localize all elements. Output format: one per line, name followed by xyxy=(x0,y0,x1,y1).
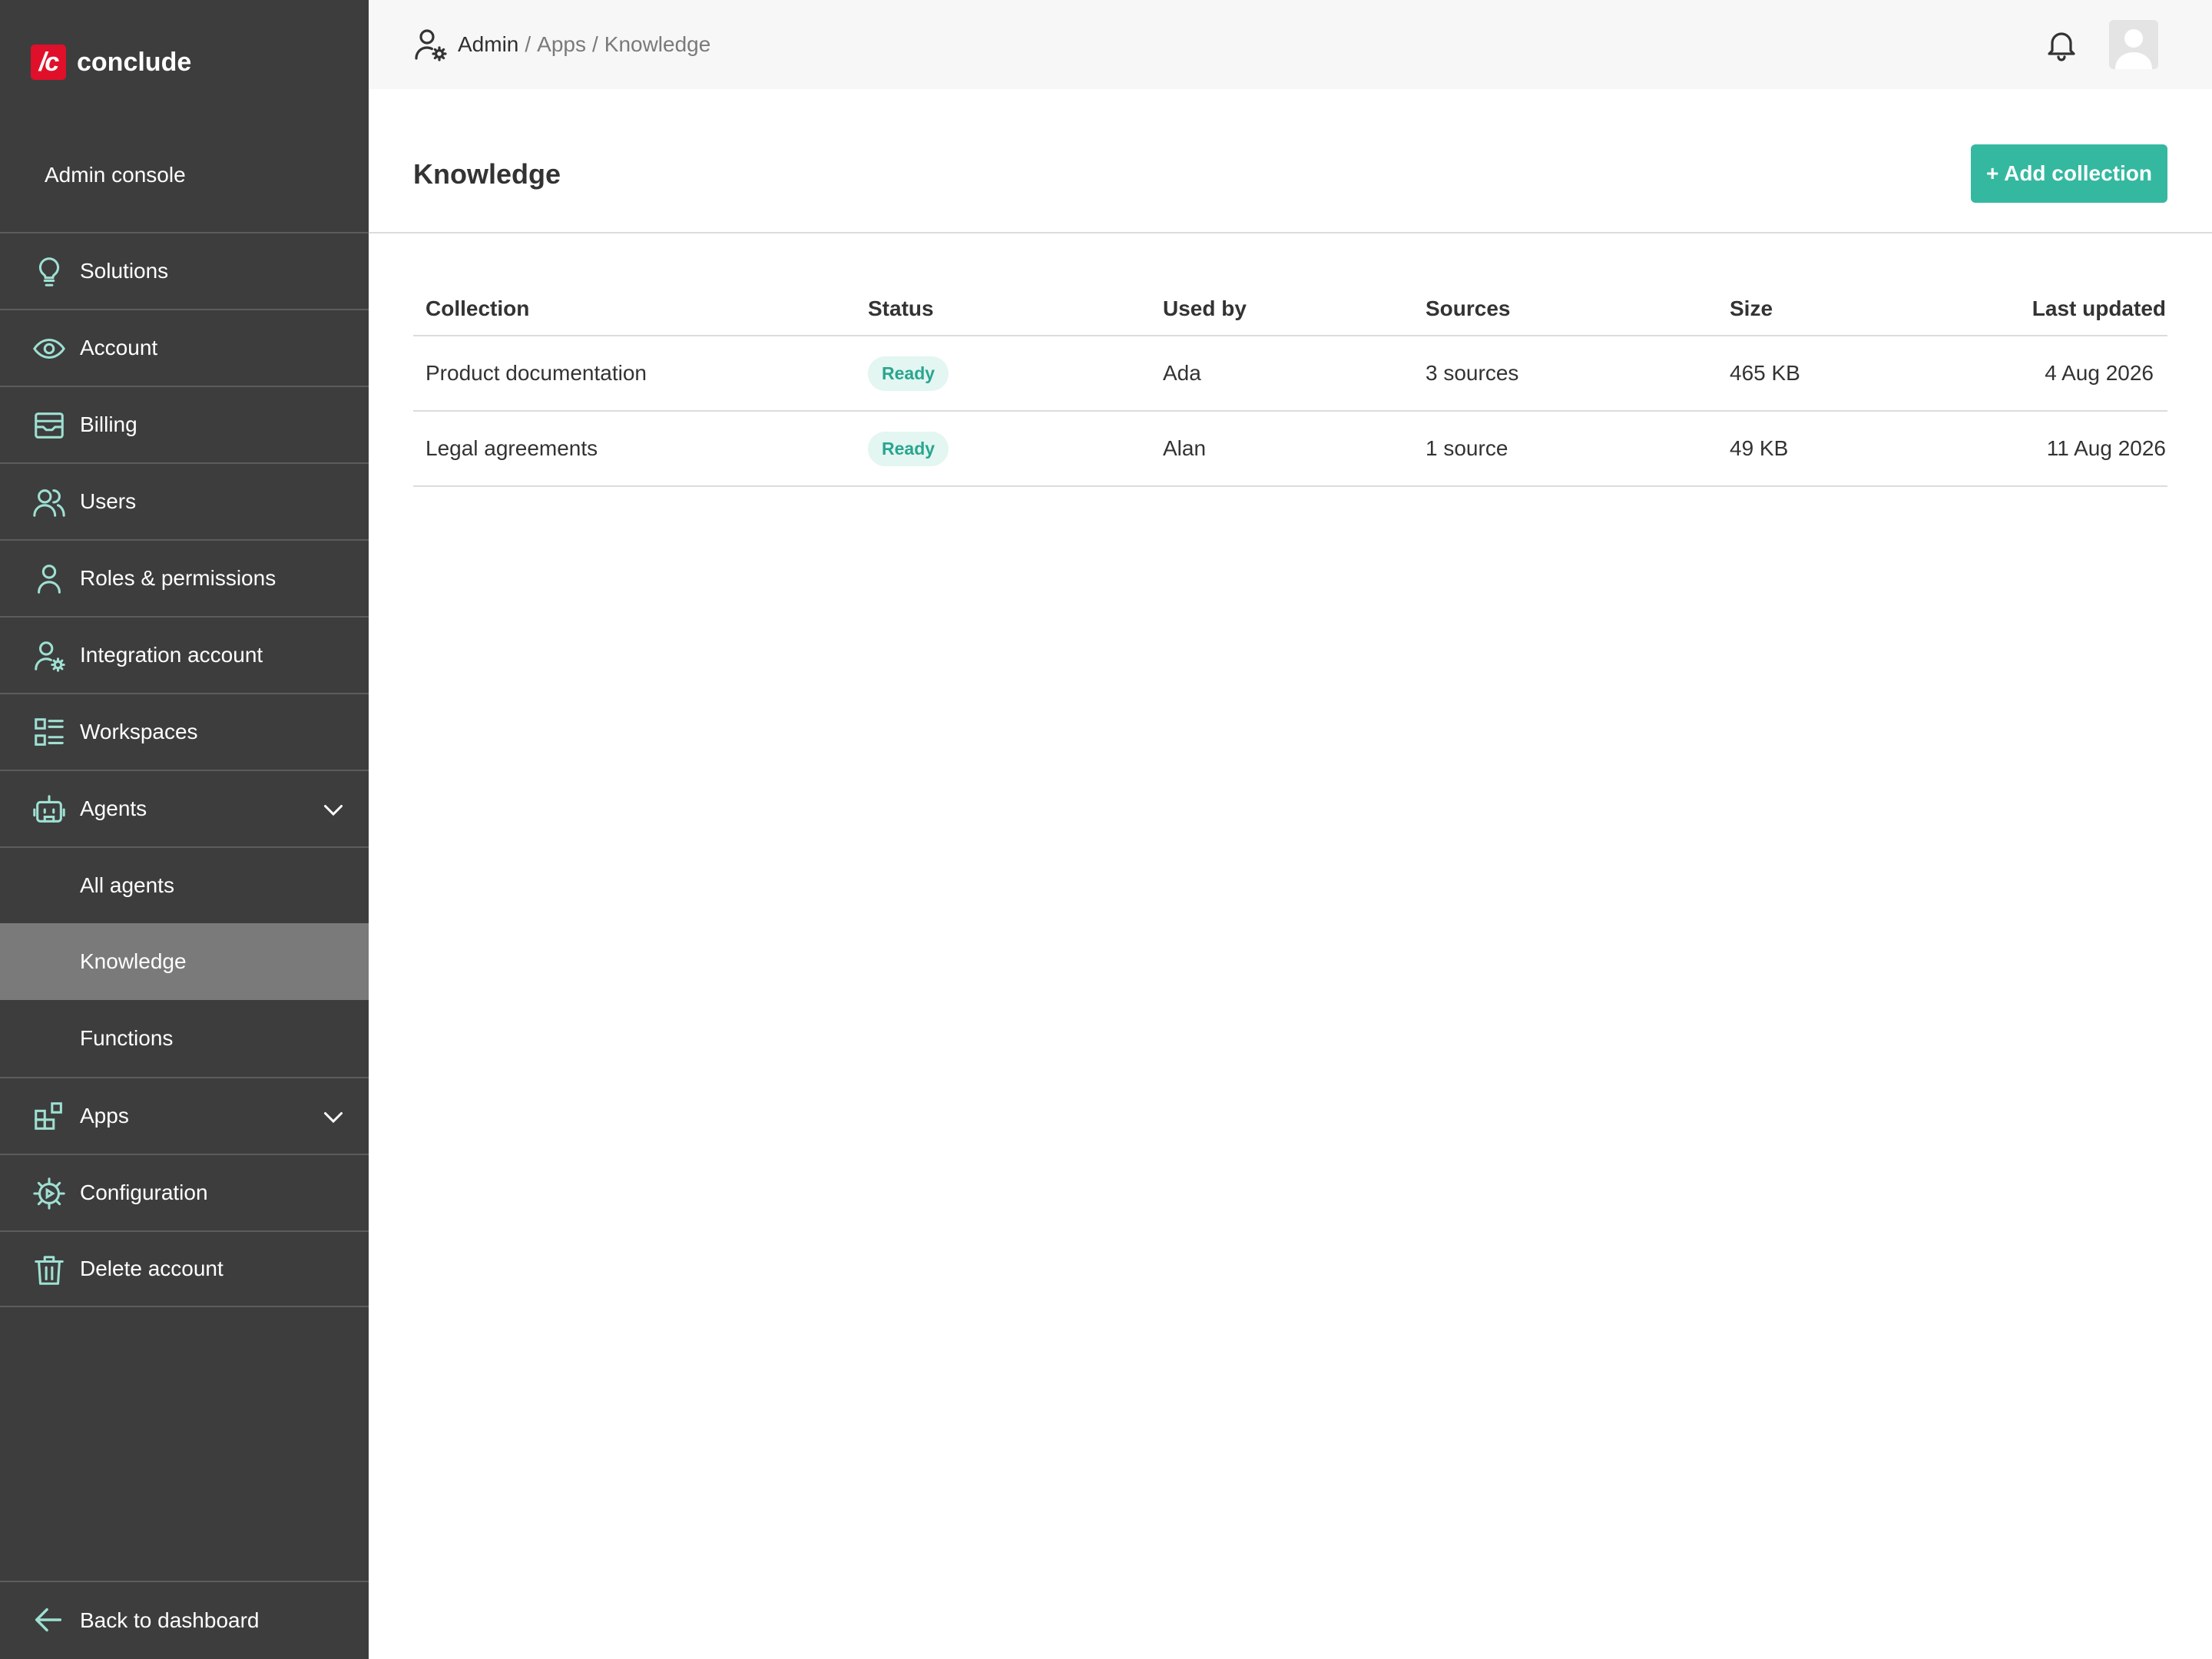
sidebar-item-label: Knowledge xyxy=(80,949,187,973)
arrow-left-icon xyxy=(31,1602,68,1639)
bell-icon[interactable] xyxy=(2043,26,2080,63)
sidebar-item-label: All agents xyxy=(80,873,174,897)
sidebar-item-solutions[interactable]: Solutions xyxy=(0,232,369,309)
user-gear-icon xyxy=(31,637,68,674)
robot-icon xyxy=(31,791,68,828)
sidebar-item-billing[interactable]: Billing xyxy=(0,386,369,462)
collection-size: 465 KB xyxy=(1730,361,1800,385)
last-updated: 11 Aug 2026 xyxy=(2046,436,2166,460)
table-row[interactable]: Product documentation Ready Ada 3 source… xyxy=(413,336,2167,412)
status-badge: Ready xyxy=(868,432,949,466)
sidebar-item-account[interactable]: Account xyxy=(0,309,369,386)
collection-name[interactable]: Product documentation xyxy=(426,361,647,386)
trash-icon xyxy=(31,1252,68,1289)
back-label: Back to dashboard xyxy=(80,1608,260,1632)
sources-count: 3 sources xyxy=(1426,361,1519,385)
column-header-sources[interactable]: Sources xyxy=(1426,296,1511,321)
sidebar-item-agents[interactable]: Agents xyxy=(0,770,369,846)
column-header-size[interactable]: Size xyxy=(1730,296,1773,321)
eye-icon xyxy=(31,330,68,367)
chevron-down-icon[interactable] xyxy=(320,796,347,823)
sidebar-item-delete-account[interactable]: Delete account xyxy=(0,1230,369,1307)
sources-count: 1 source xyxy=(1426,436,1508,460)
sidebar-item-label: Billing xyxy=(80,412,137,436)
sidebar-item-functions[interactable]: Functions xyxy=(0,1000,369,1077)
sidebar-item-label: Users xyxy=(80,489,137,513)
status-badge: Ready xyxy=(868,356,949,391)
workspaces-icon xyxy=(31,714,68,751)
top-bar: Admin / Apps / Knowledge xyxy=(369,0,2212,89)
breadcrumb-apps[interactable]: Apps xyxy=(537,32,586,57)
breadcrumb-separator: / xyxy=(525,32,531,56)
sidebar-item-roles[interactable]: Roles & permissions xyxy=(0,539,369,616)
sidebar-item-label: Functions xyxy=(80,1026,174,1050)
sidebar-nav: Solutions Account Billing Users Roles & … xyxy=(0,232,369,1307)
sidebar-item-label: Delete account xyxy=(80,1257,224,1280)
collection-name[interactable]: Legal agreements xyxy=(426,436,598,461)
sidebar-item-integration-account[interactable]: Integration account xyxy=(0,616,369,693)
table-header: Collection Status Used by Sources Size L… xyxy=(413,290,2167,336)
collections-table: Collection Status Used by Sources Size L… xyxy=(413,290,2167,487)
add-collection-button[interactable]: + Add collection xyxy=(1971,144,2167,203)
sidebar-item-label: Configuration xyxy=(80,1181,208,1204)
column-header-status[interactable]: Status xyxy=(868,296,934,321)
brand-name: conclude xyxy=(77,47,192,77)
person-icon xyxy=(31,561,68,598)
sidebar-item-configuration[interactable]: Configuration xyxy=(0,1154,369,1230)
used-by: Ada xyxy=(1163,361,1201,385)
back-to-dashboard-link[interactable]: Back to dashboard xyxy=(0,1581,369,1659)
sidebar-item-label: Apps xyxy=(80,1104,129,1128)
sidebar-item-label: Integration account xyxy=(80,643,263,667)
column-header-used-by[interactable]: Used by xyxy=(1163,296,1247,321)
used-by: Alan xyxy=(1163,436,1207,460)
page-header: Knowledge + Add collection xyxy=(369,89,2212,233)
breadcrumb-admin[interactable]: Admin xyxy=(458,32,518,57)
breadcrumb: Admin / Apps / Knowledge xyxy=(412,26,710,63)
sidebar-item-label: Account xyxy=(80,336,158,359)
apps-icon xyxy=(31,1098,68,1135)
page-title: Knowledge xyxy=(413,158,561,190)
admin-user-gear-icon xyxy=(415,29,447,61)
sidebar-item-apps[interactable]: Apps xyxy=(0,1077,369,1154)
sidebar-item-label: Workspaces xyxy=(80,720,198,743)
sidebar-item-knowledge[interactable]: Knowledge xyxy=(0,923,369,1000)
table-row[interactable]: Legal agreements Ready Alan 1 source 49 … xyxy=(413,412,2167,487)
breadcrumb-separator: / xyxy=(591,32,598,56)
last-updated: 4 Aug 2026 xyxy=(2045,361,2154,385)
lightbulb-icon xyxy=(31,253,68,290)
brand-logo[interactable]: /c conclude xyxy=(31,45,191,80)
gear-icon xyxy=(31,1175,68,1212)
sidebar-item-label: Agents xyxy=(80,796,147,820)
sidebar-item-label: Solutions xyxy=(80,259,169,283)
breadcrumb-current: Knowledge xyxy=(604,32,711,56)
sidebar-item-workspaces[interactable]: Workspaces xyxy=(0,693,369,770)
console-label: Admin console xyxy=(45,163,186,187)
sidebar-item-all-agents[interactable]: All agents xyxy=(0,846,369,923)
users-icon xyxy=(31,484,68,521)
column-header-last-updated[interactable]: Last updated xyxy=(2032,296,2166,321)
collection-size: 49 KB xyxy=(1730,436,1789,460)
logo-mark: /c xyxy=(31,45,66,80)
column-header-collection[interactable]: Collection xyxy=(426,296,529,321)
sidebar-item-label: Roles & permissions xyxy=(80,566,276,590)
avatar[interactable] xyxy=(2109,20,2158,69)
sidebar-item-users[interactable]: Users xyxy=(0,462,369,539)
sidebar: /c conclude Admin console Solutions Acco… xyxy=(0,0,369,1659)
chevron-down-icon[interactable] xyxy=(320,1103,347,1131)
billing-icon xyxy=(31,407,68,444)
